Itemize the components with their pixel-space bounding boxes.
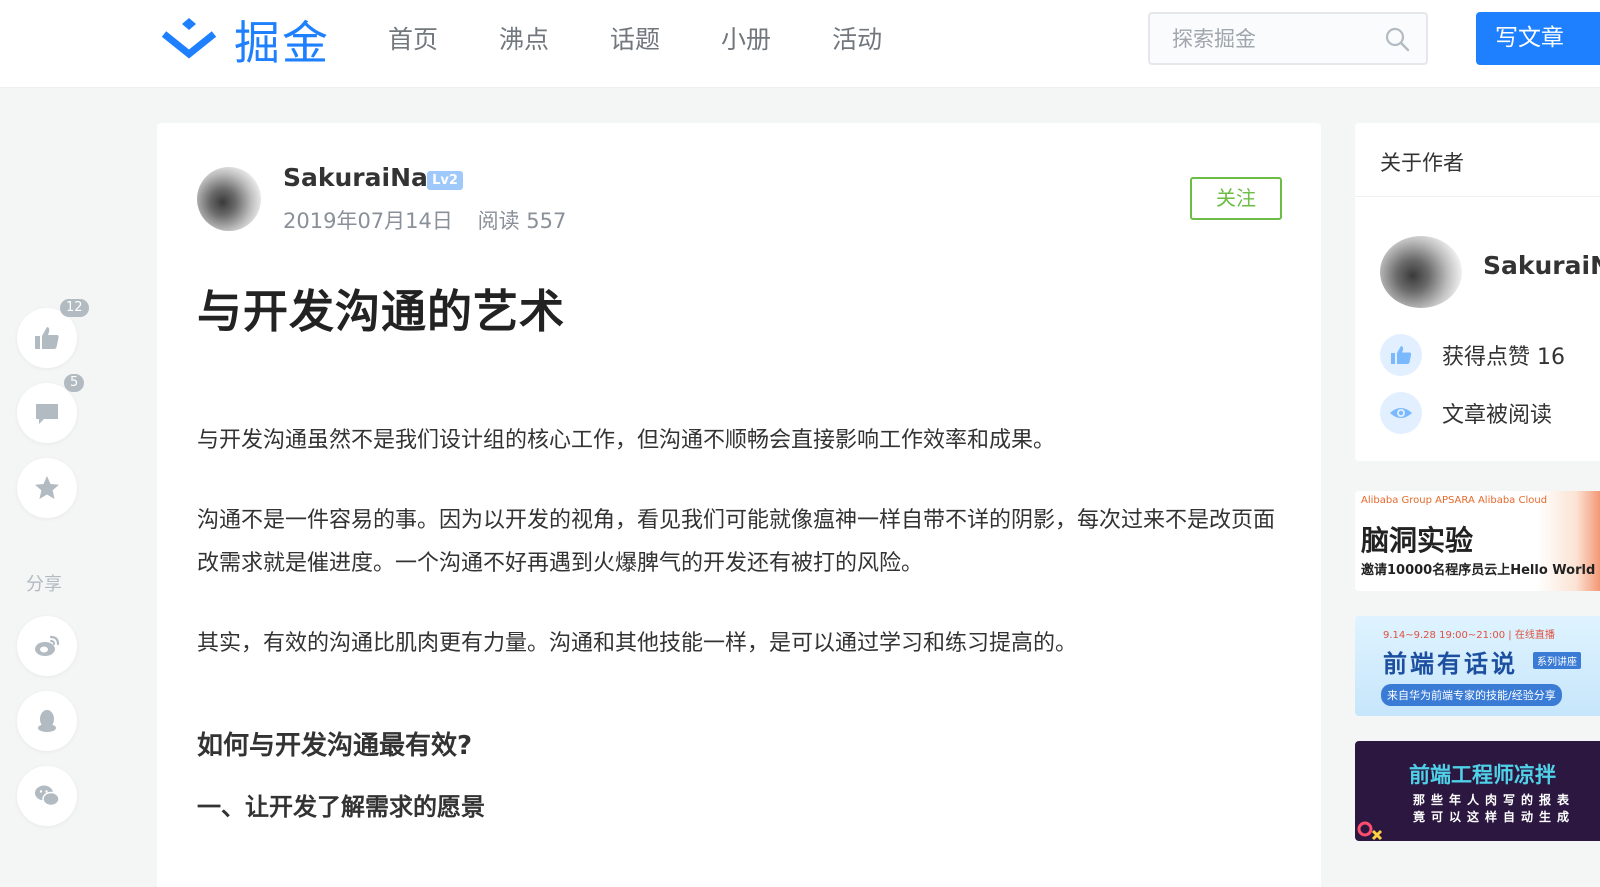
favorite-button[interactable] (17, 458, 77, 518)
search-input[interactable] (1150, 14, 1370, 63)
top-header: 掘金 首页 沸点 话题 小册 活动 写文章 (0, 0, 1600, 88)
juejin-logo-icon (161, 18, 217, 59)
search-box (1148, 12, 1428, 65)
article-title: 与开发沟通的艺术 (197, 285, 566, 338)
nav-books[interactable]: 小册 (721, 22, 771, 58)
section-heading: 如何与开发沟通最有效? (197, 731, 473, 761)
likes-label: 获得点赞 16 (1442, 345, 1565, 370)
ad-line: 那些年人肉写的报表 (1413, 793, 1576, 807)
decorative-shapes-icon (1357, 821, 1383, 841)
article-panel: SakuraiNa Lv2 2019年07月14日 阅读 557 关注 与开发沟… (157, 123, 1321, 887)
read-count: 阅读 557 (477, 209, 567, 233)
ad-banner-huawei[interactable]: 9.14~9.28 19:00~21:00 | 在线直播 前端有话说 系列讲座 … (1355, 616, 1600, 716)
share-qq-button[interactable] (17, 691, 77, 751)
share-weibo-button[interactable] (17, 616, 77, 676)
share-label: 分享 (26, 574, 62, 595)
ad-subtitle: 邀请10000名程序员云上Hello World (1361, 563, 1596, 578)
follow-button[interactable]: 关注 (1190, 177, 1282, 220)
paragraph: 沟通不是一件容易的事。因为以开发的视角，看见我们可能就像瘟神一样自带不详的阴影，… (197, 508, 1276, 576)
juejin-logo[interactable]: 掘金 (158, 12, 330, 70)
eye-icon (1380, 392, 1422, 434)
ad-banner-report[interactable]: 前端工程师凉拌 那些年人肉写的报表 竟可以这样自动生成 (1355, 741, 1600, 841)
comment-count-badge: 5 (64, 374, 85, 392)
author-name[interactable]: SakuraiNa (283, 163, 428, 192)
likes-stat: 获得点赞 16 (1380, 334, 1565, 376)
main-nav: 首页 沸点 话题 小册 活动 (388, 22, 943, 58)
ad-subtitle: 来自华为前端专家的技能/经验分享 (1381, 684, 1562, 706)
logo-text: 掘金 (234, 16, 330, 70)
nav-topics[interactable]: 话题 (610, 22, 660, 58)
reads-label: 文章被阅读 (1442, 403, 1553, 428)
comment-button[interactable]: 5 (17, 374, 85, 443)
author-avatar[interactable] (197, 167, 261, 231)
thumbs-up-icon (1380, 334, 1422, 376)
nav-home[interactable]: 首页 (388, 22, 438, 58)
ad-date: 9.14~9.28 19:00~21:00 | 在线直播 (1383, 630, 1555, 641)
star-icon (35, 476, 59, 499)
weibo-icon (35, 635, 60, 656)
ad-banner-alibaba[interactable]: Alibaba Group APSARA Alibaba Cloud 脑洞实验 … (1355, 491, 1600, 591)
article-meta: 2019年07月14日 阅读 557 (283, 205, 584, 235)
search-icon[interactable] (1384, 26, 1410, 52)
author-avatar[interactable] (1380, 236, 1462, 308)
reads-stat: 文章被阅读 (1380, 392, 1552, 434)
ad-line: 竟可以这样自动生成 (1413, 810, 1576, 824)
ad-tags: Alibaba Group APSARA Alibaba Cloud (1361, 495, 1548, 506)
ad-title: 前端工程师凉拌 (1409, 763, 1556, 787)
wechat-icon (35, 785, 60, 807)
ad-title: 前端有话说 (1383, 650, 1518, 678)
divider (1355, 196, 1600, 197)
nav-events[interactable]: 活动 (832, 22, 882, 58)
share-wechat-button[interactable] (17, 766, 77, 826)
paragraph: 与开发沟通虽然不是我们设计组的核心工作，但沟通不顺畅会直接影响工作效率和成果。 (197, 428, 1056, 453)
ad-title: 脑洞实验 (1361, 524, 1474, 557)
qq-icon (38, 710, 56, 732)
like-count-badge: 12 (60, 299, 89, 317)
write-article-button[interactable]: 写文章 (1476, 12, 1600, 65)
author-name[interactable]: SakuraiNa (1483, 251, 1600, 280)
about-author-card: 关于作者 SakuraiNa 获得点赞 16 文章被阅读 (1355, 123, 1600, 461)
ad-tag: 系列讲座 (1533, 652, 1581, 669)
comment-icon (36, 404, 58, 424)
like-button[interactable]: 12 (17, 299, 89, 368)
level-badge: Lv2 (427, 171, 463, 190)
thumbs-up-icon (35, 327, 59, 349)
nav-pins[interactable]: 沸点 (499, 22, 549, 58)
section-subheading: 一、让开发了解需求的愿景 (197, 793, 485, 821)
paragraph: 其实，有效的沟通比肌肉更有力量。沟通和其他技能一样，是可以通过学习和练习提高的。 (197, 631, 1078, 656)
card-title: 关于作者 (1380, 151, 1464, 175)
publish-date: 2019年07月14日 (283, 209, 453, 233)
